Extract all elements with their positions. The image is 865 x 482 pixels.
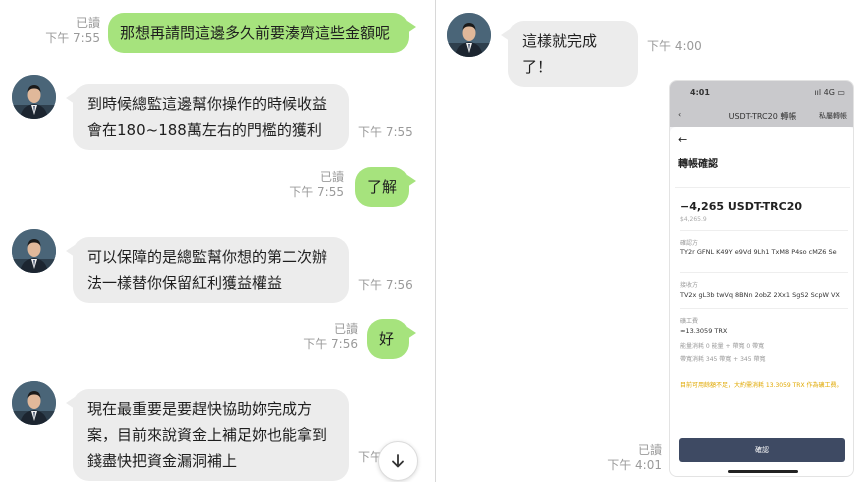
amount-fiat: $4,265.9 xyxy=(680,216,707,223)
avatar[interactable] xyxy=(12,381,56,425)
fee-value: ≈13.3059 TRX xyxy=(680,327,728,335)
divider xyxy=(680,230,848,231)
chat-pane-right: 這樣就完成了！ 下午 4:00 4:01 ııl 4G ▭ ‹ USDT-TRC… xyxy=(436,0,865,482)
fee-warning: 目前可用餘額不足，大約需消耗 13.3059 TRX 作為礦工費。 xyxy=(680,382,843,389)
avatar[interactable] xyxy=(447,13,491,57)
chat-pane-left: 已讀 下午 7:55 那想再請問這邊多久前要湊齊這些金額呢 到時候總監這邊幫你操… xyxy=(0,0,435,482)
message-time: 下午 7:55 xyxy=(45,31,100,45)
from-label: 確認方 xyxy=(680,240,699,247)
message-line: 案，目前來說資金上補足妳也能拿到 xyxy=(87,426,328,444)
incoming-message[interactable]: 現在最重要是要趕快協助妳完成方 案，目前來說資金上補足妳也能拿到 錢盡快把資金漏… xyxy=(66,389,349,481)
read-receipt: 已讀 xyxy=(319,170,344,184)
message-meta: 已讀 下午 7:56 xyxy=(298,322,358,352)
message-time: 下午 7:55 xyxy=(289,185,344,199)
read-receipt: 已讀 xyxy=(637,443,662,457)
message-meta: 已讀 下午 4:01 xyxy=(606,443,662,473)
to-label: 接收方 xyxy=(680,282,699,289)
message-line: 錢盡快把資金漏洞補上 xyxy=(87,452,238,470)
message-line: 到時候總監這邊幫你操作的時候收益 xyxy=(87,95,328,113)
read-receipt: 已讀 xyxy=(333,322,358,336)
divider xyxy=(680,308,848,309)
outgoing-message[interactable]: 那想再請問這邊多久前要湊齊這些金額呢 xyxy=(108,13,416,53)
chevron-down-icon xyxy=(392,454,404,468)
message-meta: 已讀 下午 7:55 xyxy=(40,16,100,46)
message-time: 下午 7:56 xyxy=(303,337,358,351)
message-line: 現在最重要是要趕快協助妳完成方 xyxy=(87,400,313,418)
nav-right-label: 私屬轉帳 xyxy=(819,112,847,120)
to-address: TV2x gL3b twVq 8BNn 2obZ 2Xx1 SgS2 ScpW … xyxy=(680,291,840,299)
from-address: TY2r GFNL K49Y e9Vd 9Lh1 TxM8 P4so cMZ6 … xyxy=(680,248,837,256)
outgoing-message[interactable]: 好 xyxy=(367,319,416,359)
message-time: 下午 7:55 xyxy=(358,125,413,139)
outgoing-message[interactable]: 了解 xyxy=(355,167,416,207)
transfer-details: −4,265 USDT-TRC20 $4,265.9 確認方 TY2r GFNL… xyxy=(675,187,850,427)
message-text: 這樣就完成了！ xyxy=(522,32,598,76)
scroll-to-bottom-button[interactable] xyxy=(378,441,418,481)
divider xyxy=(680,272,848,273)
fee-detail: 能量消耗 0 能量 + 帶寬 0 帶寬 xyxy=(680,343,765,350)
phone-nav-bar: ‹ USDT-TRC20 轉帳 私屬轉帳 xyxy=(670,105,853,127)
incoming-message[interactable]: 這樣就完成了！ xyxy=(501,21,638,87)
confirm-sheet: ← 轉帳確認 −4,265 USDT-TRC20 $4,265.9 確認方 TY… xyxy=(670,127,853,476)
avatar[interactable] xyxy=(12,229,56,273)
message-time: 下午 7:56 xyxy=(358,278,413,292)
status-time: 4:01 xyxy=(690,88,710,97)
message-text: 好 xyxy=(379,330,395,348)
message-time: 下午 4:00 xyxy=(647,39,702,53)
message-line: 可以保障的是總監幫你想的第二次辦 xyxy=(87,248,328,266)
message-text: 那想再請問這邊多久前要湊齊這些金額呢 xyxy=(120,24,391,42)
back-arrow-icon: ← xyxy=(678,133,688,146)
transfer-amount: −4,265 USDT-TRC20 xyxy=(680,200,803,213)
message-line: 法一樣替你保留紅利獲益權益 xyxy=(87,274,283,292)
message-meta: 已讀 下午 7:55 xyxy=(284,170,344,200)
transfer-screenshot-image[interactable]: 4:01 ııl 4G ▭ ‹ USDT-TRC20 轉帳 私屬轉帳 ← 轉帳確… xyxy=(669,80,854,477)
message-line: 會在180~188萬左右的門檻的獲利 xyxy=(87,121,322,139)
incoming-message[interactable]: 到時候總監這邊幫你操作的時候收益 會在180~188萬左右的門檻的獲利 xyxy=(66,84,349,150)
sheet-title: 轉帳確認 xyxy=(678,159,718,170)
message-time: 下午 4:01 xyxy=(607,458,662,472)
home-indicator xyxy=(728,470,798,473)
confirm-button: 確認 xyxy=(679,438,845,462)
incoming-message[interactable]: 可以保障的是總監幫你想的第二次辦 法一樣替你保留紅利獲益權益 xyxy=(66,237,349,303)
message-text: 了解 xyxy=(367,178,398,196)
fee-label: 礦工費 xyxy=(680,318,699,325)
fee-detail: 帶寬消耗 345 帶寬 + 345 帶寬 xyxy=(680,356,766,363)
signal-battery-icon: ııl 4G ▭ xyxy=(814,88,845,97)
read-receipt: 已讀 xyxy=(75,16,100,30)
phone-status-bar: 4:01 ııl 4G ▭ xyxy=(670,81,853,105)
avatar[interactable] xyxy=(12,75,56,119)
